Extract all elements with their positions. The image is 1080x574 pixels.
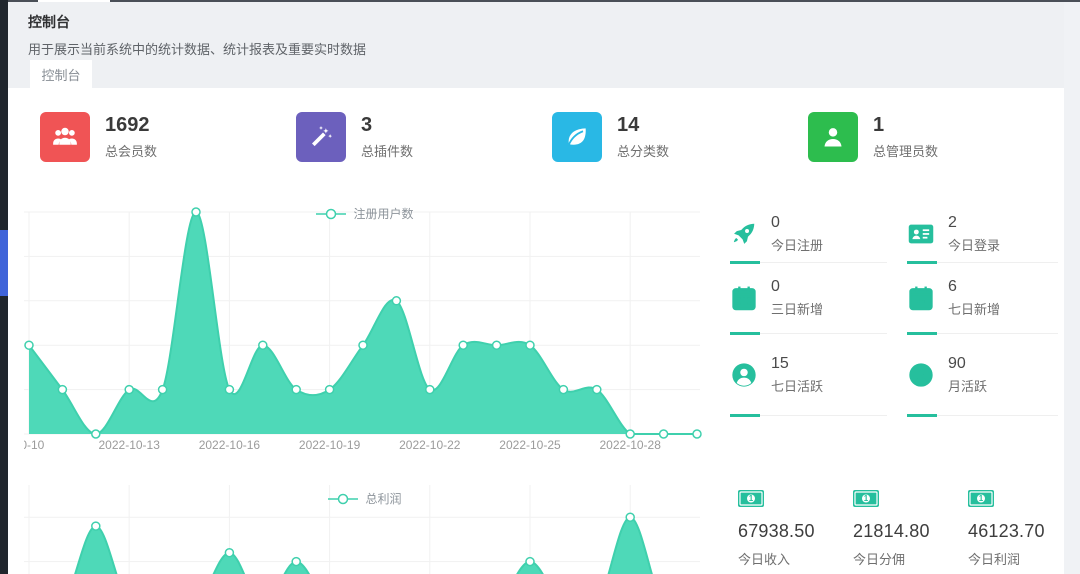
svg-text:2022-10-25: 2022-10-25: [499, 438, 561, 452]
today-commission-value: 21814.80: [853, 521, 968, 542]
legend-registered-users[interactable]: 注册用户数: [24, 205, 706, 222]
stat-7day-new: 6 七日新增: [907, 263, 1058, 334]
page-header: 控制台 用于展示当前系统中的统计数据、统计报表及重要实时数据: [8, 2, 1064, 60]
svg-text:2022-10-28: 2022-10-28: [600, 438, 662, 452]
total-members-value: 1692: [105, 114, 157, 137]
total-categories-label: 总分类数: [617, 141, 669, 160]
legend-total-profit[interactable]: 总利润: [24, 490, 706, 507]
total-admins-label: 总管理员数: [873, 141, 938, 160]
7day-active-new-label: 七日新增: [948, 299, 1000, 318]
page-title: 控制台: [28, 12, 1064, 32]
today-income-value: 67938.50: [738, 521, 853, 542]
banknote-icon: 1: [968, 490, 994, 507]
page-subtitle: 用于展示当前系统中的统计数据、统计报表及重要实时数据: [28, 39, 1064, 58]
summary-card-categories: 14 总分类数: [552, 112, 808, 162]
stat-today-login: 2 今日登录: [907, 206, 1058, 263]
total-members-label: 总会员数: [105, 141, 157, 160]
total-admins-value: 1: [873, 114, 938, 137]
stat-7day-active: 15 七日活跃: [730, 334, 887, 416]
stat-today-profit: 1 46123.70 今日利润: [968, 490, 1080, 568]
money-stats-row: 1 67938.50 今日收入 1 21814.80 今日分佣 1 46123.…: [738, 490, 1080, 568]
user-circle-outline-icon: [907, 361, 935, 389]
svg-text:2022-10-19: 2022-10-19: [299, 438, 361, 452]
summary-card-plugins: 3 总插件数: [296, 112, 552, 162]
total-plugins-value: 3: [361, 114, 413, 137]
tab-console[interactable]: 控制台: [30, 60, 92, 88]
today-profit-label: 今日利润: [968, 549, 1080, 568]
quick-stats-panel: 0 今日注册 2 今日登录 0 三日新增 6 七日新增: [730, 206, 1060, 416]
month-active-value: 90: [948, 355, 987, 373]
summary-cards-row: 1692 总会员数 3 总插件数 14 总分类数: [8, 112, 1064, 162]
svg-text:1: 1: [864, 494, 869, 503]
today-login-label: 今日登录: [948, 235, 1000, 254]
total-plugins-label: 总插件数: [361, 141, 413, 160]
admin-user-icon: [808, 112, 858, 162]
calendar-icon: [730, 284, 758, 312]
svg-text:2022-10-13: 2022-10-13: [99, 438, 161, 452]
stat-today-commission: 1 21814.80 今日分佣: [853, 490, 968, 568]
stat-month-active: 90 月活跃: [907, 334, 1058, 416]
today-commission-label: 今日分佣: [853, 549, 968, 568]
7day-active-new-value: 6: [948, 278, 1000, 296]
7day-active-value: 15: [771, 355, 823, 373]
7day-active-label: 七日活跃: [771, 376, 823, 395]
today-register-label: 今日注册: [771, 235, 823, 254]
dashboard-content: 1692 总会员数 3 总插件数 14 总分类数: [8, 88, 1064, 574]
leaf-icon: [552, 112, 602, 162]
legend-line-marker-icon: [316, 208, 346, 220]
svg-text:1: 1: [749, 494, 754, 503]
svg-text:2022-10-22: 2022-10-22: [399, 438, 461, 452]
calendar-plus-icon: [907, 284, 935, 312]
rocket-icon: [730, 220, 758, 248]
magic-wand-icon: [296, 112, 346, 162]
total-categories-value: 14: [617, 114, 669, 137]
svg-text:1: 1: [979, 494, 984, 503]
3day-new-label: 三日新增: [771, 299, 823, 318]
legend-line-marker-icon: [328, 493, 358, 505]
registered-users-chart[interactable]: 10-10 2022-10-13 2022-10-16 2022-10-19 2022-…: [24, 200, 706, 455]
summary-card-members: 1692 总会员数: [40, 112, 296, 162]
stat-3day-new: 0 三日新增: [730, 263, 887, 334]
svg-text:10-10: 10-10: [24, 438, 45, 452]
sidebar-active-item[interactable]: [0, 230, 8, 296]
today-income-label: 今日收入: [738, 549, 853, 568]
collapsed-sidebar[interactable]: [0, 0, 8, 574]
users-icon: [40, 112, 90, 162]
stat-today-register: 0 今日注册: [730, 206, 887, 263]
3day-new-value: 0: [771, 278, 823, 296]
month-active-label: 月活跃: [948, 376, 987, 395]
today-register-value: 0: [771, 214, 823, 232]
summary-card-admins: 1 总管理员数: [808, 112, 1064, 162]
today-login-value: 2: [948, 214, 1000, 232]
tab-bar: 控制台: [8, 60, 1064, 88]
today-profit-value: 46123.70: [968, 521, 1080, 542]
legend-label: 总利润: [365, 490, 401, 507]
id-card-icon: [907, 220, 935, 248]
stat-today-income: 1 67938.50 今日收入: [738, 490, 853, 568]
banknote-icon: 1: [853, 490, 879, 507]
legend-label: 注册用户数: [353, 205, 413, 222]
svg-text:2022-10-16: 2022-10-16: [199, 438, 261, 452]
user-circle-icon: [730, 361, 758, 389]
banknote-icon: 1: [738, 490, 764, 507]
